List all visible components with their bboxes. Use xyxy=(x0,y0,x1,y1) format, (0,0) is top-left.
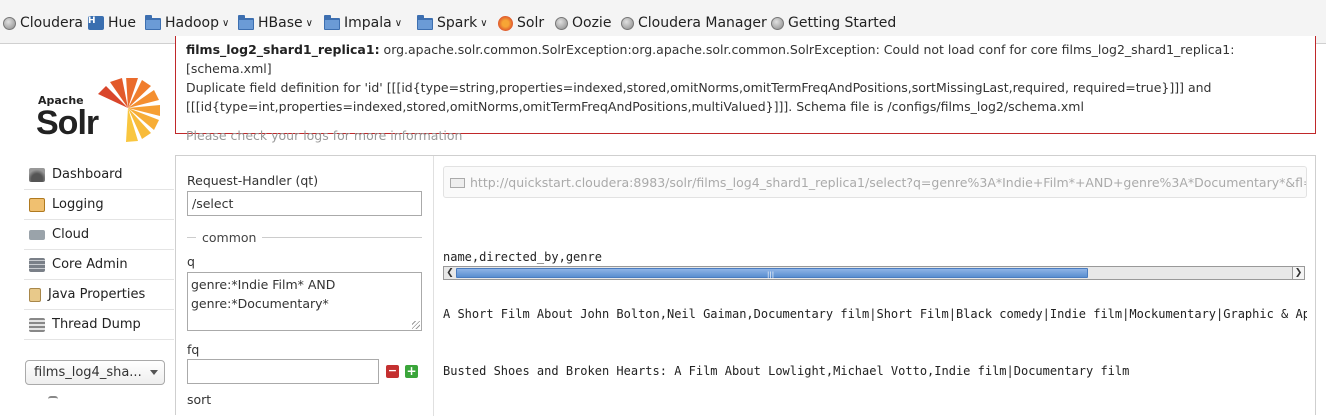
request-url-link[interactable]: http://quickstart.cloudera:8983/solr/fil… xyxy=(443,166,1307,198)
core-admin-icon xyxy=(29,257,45,272)
csv-header-line: name,directed_by,genre xyxy=(443,250,602,264)
folder-icon xyxy=(145,15,161,30)
scroll-right-icon[interactable]: ❯ xyxy=(1292,267,1304,279)
folder-icon xyxy=(417,15,433,30)
fq-input[interactable] xyxy=(187,359,379,384)
sidebar-item-core-admin[interactable]: Core Admin xyxy=(24,250,174,280)
core-selector[interactable]: films_log4_sha... xyxy=(25,360,165,385)
folder-icon xyxy=(238,15,254,30)
common-fieldset-legend: common xyxy=(196,230,263,245)
sidebar-item-dashboard[interactable]: Dashboard xyxy=(24,160,174,190)
error-line-3: [[[id{type=int,properties=indexed,stored… xyxy=(186,99,1084,114)
sidebar-item-thread-dump[interactable]: Thread Dump xyxy=(24,310,174,340)
csv-row-2: Busted Shoes and Broken Hearts: A Film A… xyxy=(443,364,1130,378)
folder-icon xyxy=(324,15,340,30)
query-form: Request-Handler (qt) /select common q ge… xyxy=(176,156,434,416)
sidebar-item-cloud[interactable]: Cloud xyxy=(24,220,174,250)
csv-row-1: A Short Film About John Bolton,Neil Gaim… xyxy=(443,307,1307,321)
error-core-name: films_log2_shard1_replica1: xyxy=(186,42,380,57)
bookmark-cloudera[interactable]: Cloudera xyxy=(3,13,83,33)
csv-response: name,directed_by,genre A Short Film Abou… xyxy=(443,210,1307,419)
globe-icon xyxy=(3,16,16,30)
logging-icon xyxy=(29,197,45,212)
chevron-down-icon: ∨ xyxy=(480,17,488,29)
query-panel: Request-Handler (qt) /select common q ge… xyxy=(175,155,1316,416)
resize-grip-icon[interactable] xyxy=(412,321,420,329)
sidebar-item-java-properties[interactable]: Java Properties xyxy=(24,280,174,310)
chevron-down-icon xyxy=(150,370,158,375)
q-line-1: genre:*Indie Film* AND xyxy=(191,277,336,292)
java-properties-icon xyxy=(29,287,41,302)
request-handler-input[interactable]: /select xyxy=(187,191,422,216)
globe-icon xyxy=(771,16,784,30)
globe-icon xyxy=(621,16,634,30)
query-results: http://quickstart.cloudera:8983/solr/fil… xyxy=(443,166,1307,416)
error-line-1: films_log2_shard1_replica1: org.apache.s… xyxy=(186,40,1305,78)
hue-icon: H xyxy=(88,16,104,30)
scrollbar-thumb[interactable]: ||| xyxy=(456,268,1088,279)
bookmark-folder-spark[interactable]: Spark ∨ xyxy=(417,13,488,33)
add-fq-button[interactable]: + xyxy=(405,365,418,378)
bookmark-oozie[interactable]: Oozie xyxy=(555,13,611,33)
chevron-down-icon: ∨ xyxy=(305,17,313,29)
thread-dump-icon xyxy=(29,317,45,332)
chevron-down-icon: ∨ xyxy=(222,17,230,29)
bookmark-solr[interactable]: Solr xyxy=(498,13,544,33)
core-selector-value: films_log4_sha... xyxy=(34,365,142,380)
solr-logo[interactable]: Apache Solr xyxy=(36,78,166,142)
solr-icon xyxy=(498,15,513,31)
q-label: q xyxy=(187,254,195,269)
error-line-2: Duplicate field definition for 'id' [[[i… xyxy=(186,80,1212,95)
cloud-icon xyxy=(29,229,45,240)
request-url-text: http://quickstart.cloudera:8983/solr/fil… xyxy=(470,175,1306,190)
q-line-2: genre:*Documentary* xyxy=(191,296,329,311)
bookmark-folder-hadoop[interactable]: Hadoop ∨ xyxy=(145,13,229,33)
bookmark-hue[interactable]: H Hue xyxy=(88,13,136,33)
scroll-left-icon[interactable]: ❮ xyxy=(444,267,456,279)
globe-icon xyxy=(555,16,568,30)
q-textarea[interactable]: genre:*Indie Film* AND genre:*Documentar… xyxy=(187,272,422,331)
bookmark-getting-started[interactable]: Getting Started xyxy=(771,13,896,33)
sort-label: sort xyxy=(187,392,212,407)
request-handler-label: Request-Handler (qt) xyxy=(187,173,319,188)
bookmark-folder-hbase[interactable]: HBase ∨ xyxy=(238,13,313,33)
logo-solr-text: Solr xyxy=(36,104,99,142)
horizontal-scrollbar[interactable]: ❮ ||| ❯ xyxy=(443,266,1305,280)
error-hint: Please check your logs for more informat… xyxy=(186,128,463,143)
bookmark-folder-impala[interactable]: Impala ∨ xyxy=(324,13,402,33)
sidebar-nav: Dashboard Logging Cloud Core Admin Java … xyxy=(24,160,174,340)
bookmark-cloudera-manager[interactable]: Cloudera Manager xyxy=(621,13,767,33)
core-menu-icon xyxy=(48,396,58,402)
fq-label: fq xyxy=(187,342,200,357)
remove-fq-button[interactable]: − xyxy=(386,365,399,378)
url-icon xyxy=(450,178,465,188)
scrollbar-grip-icon: ||| xyxy=(767,271,775,279)
error-message-box: films_log2_shard1_replica1: org.apache.s… xyxy=(175,36,1316,143)
dashboard-icon xyxy=(29,167,45,182)
chevron-down-icon: ∨ xyxy=(394,17,403,29)
sidebar-item-logging[interactable]: Logging xyxy=(24,190,174,220)
